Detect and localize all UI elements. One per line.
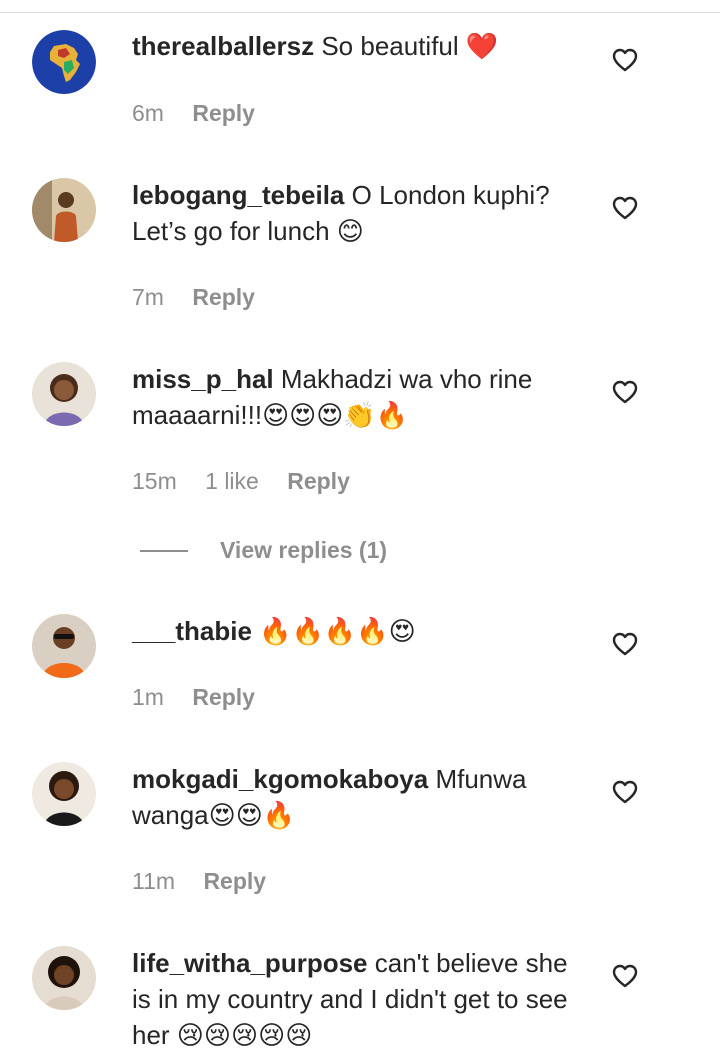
avatar[interactable]	[32, 362, 96, 426]
view-replies-button[interactable]: View replies (1)	[140, 533, 440, 569]
avatar[interactable]	[32, 946, 96, 1010]
avatar[interactable]	[32, 30, 96, 94]
comment-meta: 15m 1 like Reply	[132, 468, 372, 495]
comment-username[interactable]: lebogang_tebeila	[132, 180, 344, 210]
comment-body: life_witha_purpose can't believe she is …	[132, 945, 592, 1053]
comment-time: 1m	[132, 684, 164, 710]
like-heart-icon[interactable]	[612, 196, 638, 220]
reply-button[interactable]: Reply	[287, 468, 350, 494]
person-photo-avatar-icon	[32, 614, 96, 678]
comment-meta: 7m Reply	[132, 284, 277, 311]
person-photo-avatar-icon	[32, 362, 96, 426]
reply-button[interactable]: Reply	[192, 684, 255, 710]
person-photo-avatar-icon	[32, 178, 96, 242]
view-replies-label[interactable]: View replies (1)	[220, 537, 387, 564]
avatar[interactable]	[32, 762, 96, 826]
comment-username[interactable]: life_witha_purpose	[132, 948, 368, 978]
comment-username[interactable]: miss_p_hal	[132, 364, 274, 394]
avatar[interactable]	[32, 178, 96, 242]
comment-text: 🔥🔥🔥🔥😍	[259, 616, 416, 646]
comment-time: 7m	[132, 284, 164, 310]
person-photo-avatar-icon	[32, 946, 96, 1010]
like-heart-icon[interactable]	[612, 964, 638, 988]
comment-username[interactable]: therealballersz	[132, 31, 314, 61]
like-heart-icon[interactable]	[612, 48, 638, 72]
comment-body: miss_p_hal Makhadzi wa vho rine maaaarni…	[132, 361, 592, 433]
comment-meta: 1m Reply	[132, 684, 277, 711]
view-replies-line	[140, 550, 188, 552]
like-heart-icon[interactable]	[612, 780, 638, 804]
reply-button[interactable]: Reply	[203, 868, 266, 894]
comment-text: So beautiful ❤️	[321, 31, 499, 61]
comment-meta: 6m Reply	[132, 100, 277, 127]
like-count[interactable]: 1 like	[205, 468, 259, 494]
comment-username[interactable]: mokgadi_kgomokaboya	[132, 764, 428, 794]
like-heart-icon[interactable]	[612, 380, 638, 404]
comment-body: ___thabie 🔥🔥🔥🔥😍	[132, 613, 592, 649]
like-heart-icon[interactable]	[612, 632, 638, 656]
top-divider	[0, 12, 720, 13]
reply-button[interactable]: Reply	[192, 100, 255, 126]
comment-time: 15m	[132, 468, 177, 494]
comment-meta: 11m Reply	[132, 868, 288, 895]
avatar[interactable]	[32, 614, 96, 678]
africa-map-avatar-icon	[32, 30, 96, 94]
comment-body: therealballersz So beautiful ❤️	[132, 28, 592, 64]
comment-username[interactable]: ___thabie	[132, 616, 252, 646]
reply-button[interactable]: Reply	[192, 284, 255, 310]
comment-body: mokgadi_kgomokaboya Mfunwa wanga😍😍🔥	[132, 761, 592, 833]
comment-time: 6m	[132, 100, 164, 126]
comment-time: 11m	[132, 868, 176, 894]
comment-body: lebogang_tebeila O London kuphi? Let’s g…	[132, 177, 592, 249]
person-photo-avatar-icon	[32, 762, 96, 826]
